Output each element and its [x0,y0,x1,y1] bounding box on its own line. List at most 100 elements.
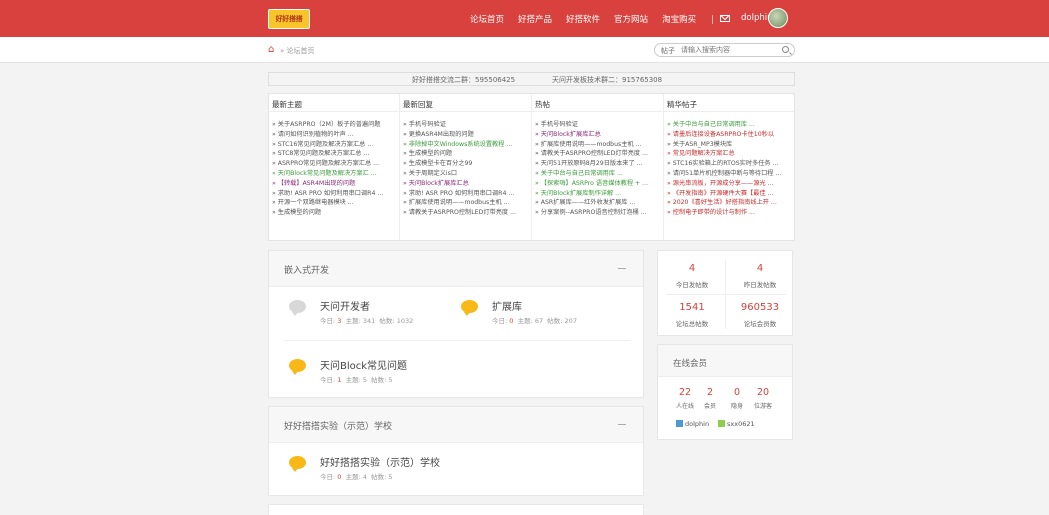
post-link[interactable]: » 扩展库使用说明——modbus主机 ... [403,198,531,208]
post-link[interactable]: » ASRPRO常见问题及解决方案汇总 ... [272,159,399,169]
online-count-members: 2 会员 [704,387,717,410]
post-link[interactable]: » 更换ASR4M出现的问题 [403,130,531,140]
post-link[interactable]: » ASR扩展库——红外收发扩展库 ... [535,198,663,208]
post-link[interactable]: » 请问如何识别植物的叶声 ... [272,130,399,140]
online-member[interactable]: sxx0621 [718,420,755,428]
post-link[interactable]: » 求助! ASR PRO 如何利用串口调R4 ... [272,189,399,199]
search-icon[interactable] [782,46,789,53]
collapse-icon[interactable] [618,268,626,269]
forum-stats: 今日: 3 主题: 341 帖数: 1032 [320,317,414,325]
nav-taobao[interactable]: 淘宝购买 [662,13,696,25]
divider [284,340,630,341]
forum-name[interactable]: 扩展库 [492,298,522,313]
nav-software[interactable]: 好搭软件 [566,13,600,25]
post-link[interactable]: » 【探索嗨】ASRPro 语音媒体教程 + ... [535,179,663,189]
search-input[interactable] [681,45,781,55]
post-link[interactable]: » 非除掉中文Windows系统设置教程 ... [403,140,531,150]
stat-total-posts: 1541 论坛总帖数 [675,302,709,328]
post-link[interactable]: » 请问51单片机控制器中断与等待口程 ... [667,169,794,179]
post-link[interactable]: » 【转载】ASR4M出现的问题 [272,179,399,189]
post-link[interactable]: » 天问Block扩展库制作详解 ... [535,189,663,199]
post-link[interactable]: » 扩展库使用说明——modbus主机 ... [535,140,663,150]
breadcrumb[interactable]: » 论坛首页 [280,46,315,56]
divider [666,294,786,295]
online-member[interactable]: dolphin [676,420,709,428]
forum-bubble-icon [289,456,306,472]
stat-yesterday-posts: 4 昨日发帖数 [743,263,777,289]
stat-today-posts: 4 今日发帖数 [675,263,709,289]
post-link[interactable]: » 生成模型的问题 [272,208,399,218]
post-link[interactable]: » 生成模型卡在百分之99 [403,159,531,169]
column-title[interactable]: 最新回复 [400,94,531,112]
post-link[interactable]: » 关于中台与自己日常调用库 ... [667,120,794,130]
online-count-hidden: 0 隐身 [731,387,744,410]
post-link[interactable]: » 源光串流板，开源成分享——源光 ... [667,179,794,189]
post-link[interactable]: » 求助! ASR PRO 如何利用串口调R4 ... [403,189,531,199]
post-link[interactable]: » STC16实验箱上的RTOS实时多任务 ... [667,159,794,169]
top-nav-bar: 好好搭搭 论坛首页 好搭产品 好搭软件 官方网站 淘宝购买 dolphin [0,0,1049,37]
column-hot-posts: 热帖 » 手机号码验证» 天问Block扩展库汇总» 扩展库使用说明——modb… [532,94,664,240]
post-link[interactable]: » 请墨后连接设备ASRPRO卡住10秒以 [667,130,794,140]
post-link[interactable]: » 关于ASRPRO（2M）板子的普遍问题 [272,120,399,130]
forum-stats: 今日: 0 主题: 4 帖数: 5 [320,473,393,481]
breadcrumb-bar: ⌂ » 论坛首页 帖子 [0,37,1049,63]
post-link[interactable]: » 请教关于ASRPRO控制LED灯带亮度 ... [403,208,531,218]
forum-bubble-icon [289,300,306,316]
online-title[interactable]: 在线会员 [673,357,707,369]
stat-members: 960533 论坛会员数 [740,302,780,328]
nav-products[interactable]: 好搭产品 [518,13,552,25]
mail-icon[interactable] [720,15,730,22]
post-link[interactable]: » 手机号码验证 [403,120,531,130]
section-next [268,504,644,515]
section-title[interactable]: 好好搭搭实验（示范）学校 [284,419,392,432]
post-link[interactable]: » 关于中台与自己日常调用库 ... [535,169,663,179]
avatar[interactable] [768,8,788,28]
online-members-card: 在线会员 22 人在线 2 会员 0 隐身 20 位游客 dolphin sxx… [657,344,793,440]
section-demo-school: 好好搭搭实验（示范）学校 好好搭搭实验（示范）学校 今日: 0 主题: 4 帖数… [268,406,644,496]
column-title[interactable]: 最新主题 [269,94,399,112]
column-featured-posts: 精华帖子 » 关于中台与自己日常调用库 ...» 请墨后连接设备ASRPRO卡住… [664,94,794,240]
nav-forum-home[interactable]: 论坛首页 [470,13,504,25]
online-count-total: 22 人在线 [676,387,695,410]
post-link[interactable]: » STC16常见问题及解决方案汇总 ... [272,140,399,150]
post-link[interactable]: » 2020《喜好生活》好搭指南线上开 ... [667,198,794,208]
post-link[interactable]: » 天问Block扩展库汇总 [403,179,531,189]
post-link[interactable]: » 天问Block常见问题及解决方案汇 ... [272,169,399,179]
post-link[interactable]: » 《开发指南》开源硬件大赛【最佳 ... [667,189,794,199]
post-link[interactable]: » 分享案例--ASRPRO语音控制灯泡桶 ... [535,208,663,218]
forum-stats-card: 4 今日发帖数 4 昨日发帖数 1541 论坛总帖数 960533 论坛会员数 [657,250,793,336]
column-title[interactable]: 热帖 [532,94,663,112]
post-link[interactable]: » 控制电子即带的设计与制作 ... [667,208,794,218]
nav-official-site[interactable]: 官方网站 [614,13,648,25]
search-type-select[interactable]: 帖子 [661,46,675,56]
post-link[interactable]: » STC8常见问题及解决方案汇总 ... [272,149,399,159]
forum-name[interactable]: 天问开发者 [320,298,370,313]
post-link[interactable]: » 关于周期定义is口 [403,169,531,179]
home-icon[interactable]: ⌂ [268,45,278,55]
post-link[interactable]: » 天问51开放原码8月29日版本来了 ... [535,159,663,169]
post-link[interactable]: » 请教关于ASRPRO控制LED灯带亮度 ... [535,149,663,159]
online-header: 在线会员 [658,345,792,377]
section-title[interactable]: 嵌入式开发 [284,263,329,276]
nav-divider [712,15,713,24]
post-link[interactable]: » 开源一个双路继电器模块 ... [272,198,399,208]
site-logo[interactable]: 好好搭搭 [268,9,310,29]
column-title[interactable]: 精华帖子 [664,94,794,112]
notice-qq-group-2: 天问开发板技术群二：915765308 [552,76,663,84]
breadcrumb-current[interactable]: 论坛首页 [287,47,315,55]
post-link[interactable]: » 常见问题解决方案汇总 [667,149,794,159]
notice-bar: 好好搭搭交流二群：595506425 天问开发板技术群二：915765308 [268,72,795,86]
post-link[interactable]: » 天问Block扩展库汇总 [535,130,663,140]
online-count-guests: 20 位游客 [754,387,773,410]
post-link[interactable]: » 手机号码验证 [535,120,663,130]
forum-name[interactable]: 天问Block常见问题 [320,357,407,372]
forum-bubble-icon [289,359,306,375]
post-link[interactable]: » 关于ASR_MP3模块库 [667,140,794,150]
forum-stats: 今日: 1 主题: 5 帖数: 5 [320,376,393,384]
forum-name[interactable]: 好好搭搭实验（示范）学校 [320,454,440,469]
section-header: 嵌入式开发 [269,251,643,287]
notice-qq-group-1: 好好搭搭交流二群：595506425 [412,76,516,84]
post-link[interactable]: » 生成模型的问题 [403,149,531,159]
collapse-icon[interactable] [618,424,626,425]
main-nav: 论坛首页 好搭产品 好搭软件 官方网站 淘宝购买 [470,0,710,37]
